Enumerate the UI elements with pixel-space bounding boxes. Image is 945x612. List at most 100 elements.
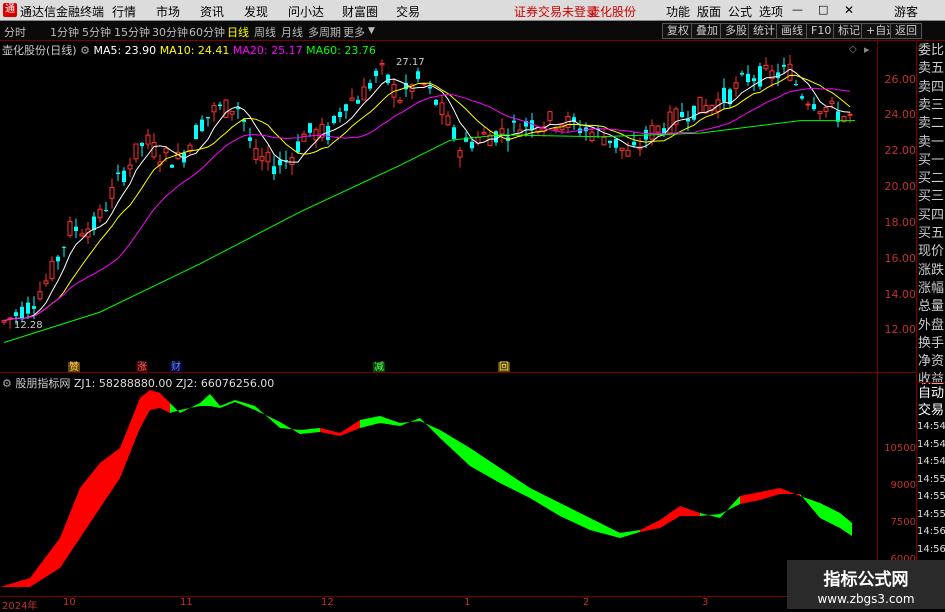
indicator-band (200, 394, 210, 406)
period-tab-weekly[interactable]: 周线 (254, 24, 276, 40)
indicator-band (180, 403, 200, 413)
toolbar-f10[interactable]: F10 (806, 23, 837, 39)
app-name: 通达信金融终端 (20, 5, 105, 19)
candle-body (547, 111, 553, 122)
menu-item-caifuquan[interactable]: 财富圈 (342, 3, 378, 20)
toolbar-fuquan[interactable]: 复权 (662, 23, 694, 39)
candle-body (296, 141, 300, 153)
candle-body (817, 111, 823, 115)
candle-body (632, 141, 636, 146)
indicator-band (235, 400, 255, 410)
menu-item-zixun[interactable]: 资讯 (200, 3, 224, 20)
indicator-band (30, 538, 60, 587)
candle-body (313, 129, 319, 141)
period-tab-5min[interactable]: 5分钟 (82, 24, 111, 40)
candle-body (116, 172, 120, 174)
candle-body (439, 102, 445, 116)
price-tick: 20.00 (884, 180, 917, 193)
side-label: 现价 (918, 244, 945, 260)
price-tick: 12.00 (884, 323, 917, 336)
candle-body (379, 63, 385, 66)
pane-divider[interactable] (0, 372, 916, 373)
side-label: 卖三 (918, 97, 945, 113)
period-tab-daily[interactable]: 日线 (227, 24, 249, 40)
indicator-band (210, 394, 220, 408)
indicator-band (760, 488, 780, 500)
trade-time: 14:56 (917, 526, 945, 537)
menu-item-xuanxiang[interactable]: 选项 (759, 3, 783, 20)
indicator-band (420, 418, 440, 438)
toolbar-back[interactable]: 返回 (890, 23, 922, 39)
candle-body (74, 226, 78, 232)
candle-body (787, 63, 793, 81)
candle-body (829, 100, 835, 105)
candle-body (349, 97, 355, 101)
guest-label[interactable]: 游客 (894, 3, 918, 20)
candle-body (1, 320, 7, 323)
menu-item-gongneng[interactable]: 功能 (666, 3, 690, 20)
maximize-icon[interactable]: □ (818, 3, 828, 16)
period-tab-15min[interactable]: 15分钟 (114, 24, 150, 40)
candle-body (494, 131, 498, 143)
candlestick-chart[interactable] (0, 55, 878, 371)
period-tab-60min[interactable]: 60分钟 (189, 24, 225, 40)
side-label: 委比 (918, 43, 945, 58)
candle-body (56, 256, 60, 262)
side-tab[interactable]: 自动 (918, 385, 945, 403)
more-chevron-icon[interactable]: ▼ (368, 26, 375, 36)
toolbar-huaxian[interactable]: 画线 (776, 23, 808, 39)
menu-item-faxian[interactable]: 发现 (244, 3, 268, 20)
price-tick: 18.00 (884, 216, 917, 229)
candle-body (127, 164, 133, 170)
menu-item-wenxiaoda[interactable]: 问小达 (288, 3, 324, 20)
period-tab-30min[interactable]: 30分钟 (152, 24, 188, 40)
candle-body (608, 140, 612, 144)
indicator-chart[interactable] (0, 388, 878, 593)
candle-body (481, 132, 487, 135)
candle-body (133, 143, 139, 160)
side-tab[interactable]: 交易 (918, 402, 945, 420)
side-label: 卖一 (918, 134, 945, 150)
period-tab-more[interactable]: 更多 (343, 24, 365, 40)
candle-body (211, 105, 217, 113)
menu-item-shichang[interactable]: 市场 (156, 3, 180, 20)
period-tab-fenshi[interactable]: 分时 (4, 24, 26, 40)
period-tab-1min[interactable]: 1分钟 (50, 24, 79, 40)
indicator-band (300, 428, 320, 434)
app-logo-icon: 通 (3, 3, 17, 17)
close-icon[interactable]: ✕ (844, 3, 854, 17)
minimize-icon[interactable]: — (792, 3, 803, 16)
indicator-band (220, 400, 235, 408)
candle-body (512, 120, 516, 123)
candle-body (356, 99, 360, 104)
candle-body (301, 133, 307, 142)
candle-body (614, 139, 618, 148)
period-tab-monthly[interactable]: 月线 (281, 24, 303, 40)
candle-body (823, 106, 829, 112)
trade-time: 14:55 (917, 508, 945, 520)
period-tab-multi[interactable]: 多周期 (308, 24, 341, 40)
candle-body (338, 111, 342, 117)
stock-link[interactable]: 壶化股份 (588, 3, 636, 20)
indicator-band (380, 416, 400, 426)
side-label: 买五 (918, 226, 945, 241)
login-notice[interactable]: 证券交易未登录 (514, 3, 598, 20)
candle-body (649, 125, 655, 140)
watermark: 指标公式网 www.zbgs3.com (787, 560, 945, 609)
menu-item-banmian[interactable]: 版面 (697, 3, 721, 20)
candle-body (386, 74, 390, 84)
diamond-icon[interactable]: ◇ (849, 44, 857, 55)
candle-body (332, 116, 336, 124)
trade-time: 14:56 (917, 543, 945, 555)
candle-body (499, 128, 505, 135)
candle-body (746, 73, 750, 82)
candle-body (278, 159, 282, 166)
candle-body (445, 115, 451, 126)
candle-body (740, 72, 744, 75)
date-label: 3 (702, 597, 709, 608)
menu-item-jiaoyi[interactable]: 交易 (396, 3, 420, 20)
toolbar-diejia[interactable]: 叠加 (691, 23, 723, 39)
menu-item-hangqing[interactable]: 行情 (112, 3, 136, 20)
menu-item-gongshi[interactable]: 公式 (728, 3, 752, 20)
candle-body (200, 119, 204, 132)
